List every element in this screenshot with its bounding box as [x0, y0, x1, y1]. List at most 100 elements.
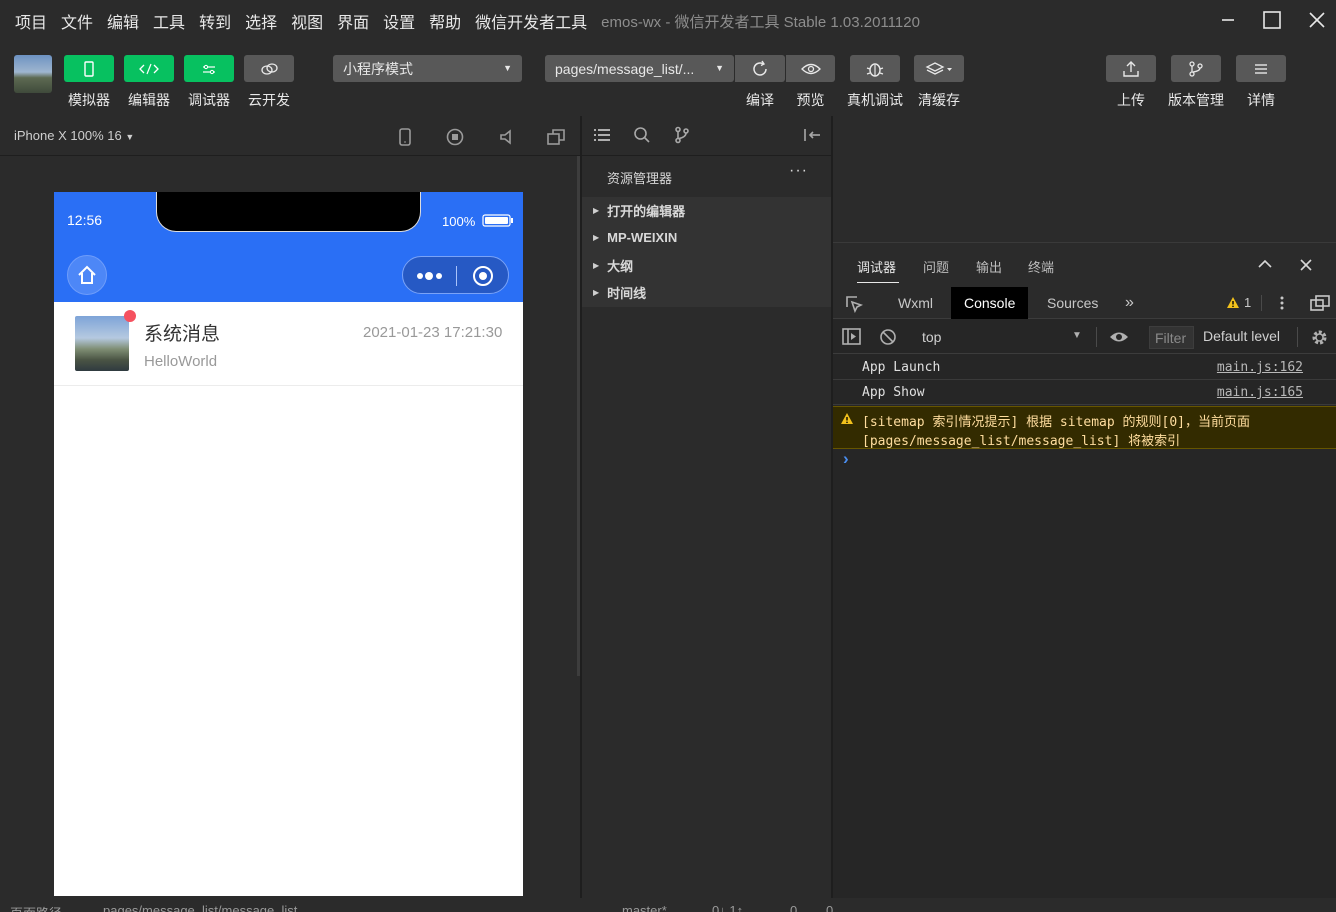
- refresh-icon: [753, 60, 767, 76]
- inspect-element-icon[interactable]: [845, 295, 863, 313]
- message-datetime: 2021-01-23 17:21:30: [363, 324, 503, 341]
- tree-timeline[interactable]: ▶ 时间线: [582, 279, 832, 306]
- warning-count[interactable]: 1: [1244, 295, 1251, 310]
- explorer-more-button[interactable]: ···: [789, 162, 808, 180]
- warning-count-status[interactable]: 0: [826, 903, 833, 912]
- source-control-icon[interactable]: [673, 126, 691, 144]
- status-battery-text: 100%: [442, 214, 476, 229]
- log-source-link[interactable]: main.js:165: [1217, 385, 1303, 400]
- console-prompt[interactable]: ›: [843, 449, 849, 469]
- window-title: emos-wx - 微信开发者工具 Stable 1.03.2011120: [601, 13, 920, 31]
- gear-icon[interactable]: [1310, 328, 1329, 347]
- compile-button[interactable]: [735, 55, 785, 82]
- device-select-value: iPhone X 100% 16: [14, 128, 122, 143]
- explorer-toolbar: [582, 116, 832, 156]
- record-icon[interactable]: [446, 128, 464, 146]
- tree-mp-weixin[interactable]: ▶ MP-WEIXIN: [582, 224, 832, 251]
- menu-select[interactable]: 选择: [245, 9, 277, 33]
- bug-icon: [866, 62, 884, 77]
- minimize-button[interactable]: [1213, 6, 1243, 34]
- close-panel-icon[interactable]: [1299, 258, 1313, 272]
- collapse-panel-icon[interactable]: [802, 126, 822, 144]
- maximize-button[interactable]: [1257, 6, 1287, 34]
- project-avatar[interactable]: [14, 55, 52, 93]
- close-window-button[interactable]: [1302, 6, 1332, 34]
- sidebar-toggle-icon[interactable]: [842, 328, 862, 346]
- message-list-item[interactable]: 系统消息 2021-01-23 17:21:30 HelloWorld: [54, 302, 523, 386]
- kebab-menu-icon[interactable]: [1279, 295, 1285, 311]
- details-button[interactable]: [1236, 55, 1286, 82]
- compile-page-value: pages/message_list/...: [555, 60, 695, 77]
- capsule-menu: [402, 256, 509, 294]
- more-tabs-button[interactable]: »: [1112, 287, 1147, 319]
- compile-page-select[interactable]: pages/message_list/... ▼: [545, 55, 734, 82]
- tab-active-indicator: [857, 282, 899, 283]
- toolbar-divider: [1261, 295, 1262, 311]
- menu-goto[interactable]: 转到: [199, 9, 231, 33]
- menu-wechat-devtools[interactable]: 微信开发者工具: [475, 9, 587, 33]
- page-path-value[interactable]: pages/message_list/message_list: [103, 903, 297, 912]
- tab-output[interactable]: 输出: [976, 257, 1002, 276]
- mode-select[interactable]: 小程序模式 ▼: [333, 55, 522, 82]
- tab-wxml[interactable]: Wxml: [885, 287, 946, 319]
- chevron-right-icon: ▶: [593, 233, 600, 242]
- menu-edit[interactable]: 编辑: [107, 9, 139, 33]
- more-dots-icon[interactable]: [415, 269, 445, 283]
- clear-cache-label: 清缓存: [918, 92, 960, 108]
- remote-debug-button[interactable]: [850, 55, 900, 82]
- tree-open-editors[interactable]: ▶ 打开的编辑器: [582, 197, 832, 224]
- cloud-link-icon: [261, 62, 278, 75]
- menu-view[interactable]: 视图: [291, 9, 323, 33]
- debugger-toggle-button[interactable]: [184, 55, 234, 82]
- context-select[interactable]: ▼: [1072, 330, 1082, 341]
- menu-settings[interactable]: 设置: [383, 9, 415, 33]
- version-control-button[interactable]: [1171, 55, 1221, 82]
- upload-button[interactable]: [1106, 55, 1156, 82]
- menu-tools[interactable]: 工具: [153, 9, 185, 33]
- git-sync-status[interactable]: 0↓ 1↑: [712, 903, 743, 912]
- branch-icon: [1189, 60, 1203, 77]
- device-select[interactable]: iPhone X 100% 16 ▼: [14, 128, 134, 143]
- undock-icon[interactable]: [1309, 294, 1331, 312]
- log-level-select[interactable]: Default level: [1203, 328, 1280, 344]
- tab-debugger[interactable]: 调试器: [857, 257, 896, 276]
- devtools-tabs: Wxml Console Sources » 1: [833, 287, 1336, 319]
- tab-sources[interactable]: Sources: [1034, 287, 1111, 319]
- debug-sliders-icon: [203, 64, 215, 74]
- chevron-up-icon[interactable]: [1257, 257, 1273, 271]
- volume-icon[interactable]: [498, 128, 514, 146]
- phone-frame-icon[interactable]: [397, 128, 413, 146]
- status-bar: 页面路径 pages/message_list/message_list mas…: [0, 898, 1336, 912]
- editor-toggle-button[interactable]: [124, 55, 174, 82]
- git-branch[interactable]: master*: [622, 903, 667, 912]
- tab-problems[interactable]: 问题: [923, 257, 949, 276]
- close-miniprogram-icon[interactable]: [471, 264, 495, 288]
- console-log-row: App Show main.js:165: [833, 380, 1336, 405]
- cloud-dev-button[interactable]: [244, 55, 294, 82]
- live-expression-eye-icon[interactable]: [1108, 329, 1130, 345]
- home-button[interactable]: [67, 255, 107, 295]
- compile-label: 编译: [746, 92, 774, 108]
- editor-area: [833, 116, 1336, 242]
- preview-button[interactable]: [786, 55, 835, 82]
- simulator-toggle-button[interactable]: [64, 55, 114, 82]
- search-icon[interactable]: [633, 126, 651, 144]
- menu-project[interactable]: 项目: [15, 9, 47, 33]
- clear-console-icon[interactable]: [879, 328, 897, 346]
- log-source-link[interactable]: main.js:162: [1217, 360, 1303, 375]
- filter-input[interactable]: Filter: [1149, 326, 1194, 349]
- toolbar-divider: [1096, 327, 1097, 347]
- menu-interface[interactable]: 界面: [337, 9, 369, 33]
- menu-help[interactable]: 帮助: [429, 9, 461, 33]
- detach-window-icon[interactable]: [546, 128, 566, 146]
- simulator-label: 模拟器: [68, 92, 110, 108]
- clear-cache-button[interactable]: [914, 55, 964, 82]
- tab-console[interactable]: Console: [951, 287, 1029, 319]
- file-list-icon[interactable]: [593, 127, 611, 143]
- warning-icon: [841, 413, 853, 424]
- tab-terminal[interactable]: 终端: [1028, 257, 1054, 276]
- menu-file[interactable]: 文件: [61, 9, 93, 33]
- tree-outline[interactable]: ▶ 大纲: [582, 252, 832, 279]
- console-log-row: App Launch main.js:162: [833, 355, 1336, 380]
- error-count[interactable]: 0: [790, 903, 797, 912]
